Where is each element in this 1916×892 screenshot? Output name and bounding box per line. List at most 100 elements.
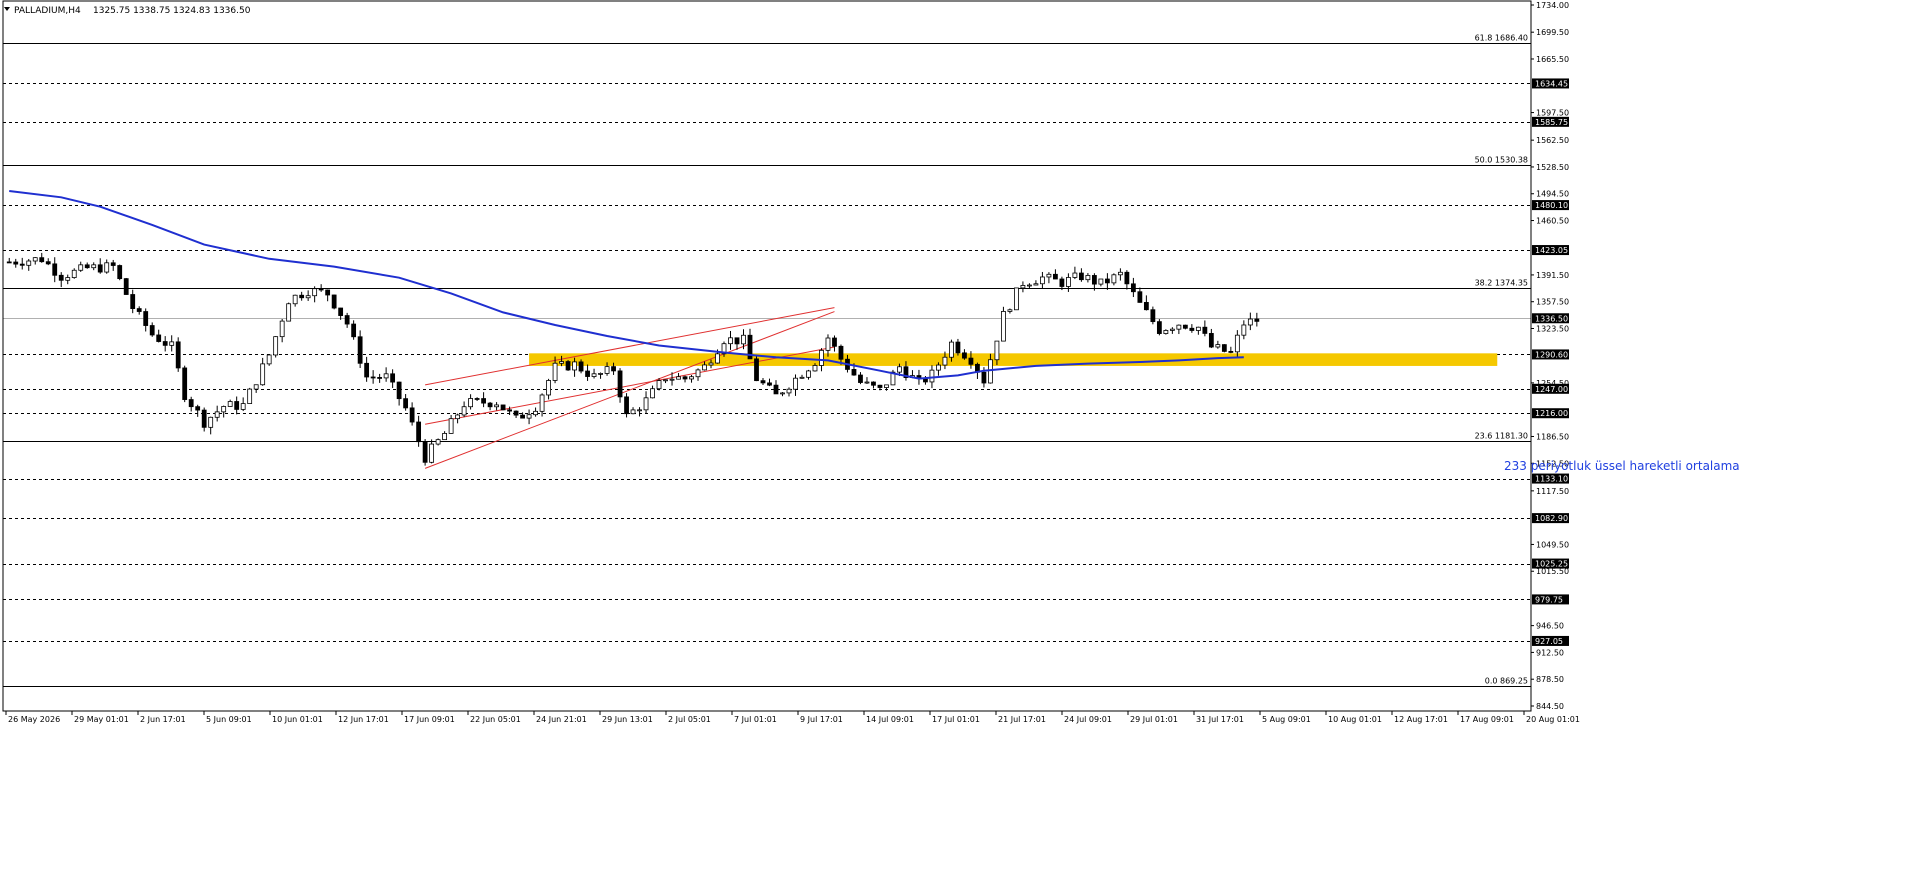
candle[interactable]: [1020, 281, 1026, 293]
candle[interactable]: [598, 372, 603, 379]
price-chart[interactable]: 1734.00 1699.50 1665.50 1597.50 1562.50 1528.…: [0, 0, 1916, 888]
candle[interactable]: [461, 401, 467, 418]
candle[interactable]: [377, 373, 383, 383]
candle[interactable]: [299, 291, 305, 301]
channel-line-2[interactable]: [425, 307, 835, 386]
candle[interactable]: [864, 377, 870, 384]
candle[interactable]: [136, 306, 142, 315]
candle[interactable]: [331, 294, 337, 310]
candle[interactable]: [247, 387, 253, 404]
candle[interactable]: [793, 374, 798, 396]
candle[interactable]: [1176, 324, 1182, 335]
candle[interactable]: [156, 329, 162, 343]
candle[interactable]: [442, 431, 448, 441]
candle[interactable]: [351, 320, 357, 340]
candle[interactable]: [357, 330, 363, 368]
candle[interactable]: [1111, 273, 1117, 286]
candle[interactable]: [286, 302, 292, 322]
candle[interactable]: [1189, 324, 1195, 333]
candle[interactable]: [208, 416, 214, 435]
candle[interactable]: [188, 396, 194, 412]
candle[interactable]: [689, 374, 694, 383]
candle[interactable]: [1137, 287, 1143, 303]
candle[interactable]: [468, 394, 473, 410]
candle[interactable]: [416, 415, 422, 447]
candle[interactable]: [175, 337, 181, 372]
candle[interactable]: [962, 349, 967, 360]
candle[interactable]: [169, 335, 175, 352]
candle[interactable]: [435, 438, 441, 446]
candle[interactable]: [91, 262, 97, 271]
candle[interactable]: [825, 334, 831, 357]
candle[interactable]: [474, 397, 480, 401]
candle[interactable]: [221, 405, 227, 418]
candle[interactable]: [1215, 340, 1221, 349]
candle[interactable]: [305, 290, 311, 301]
candle[interactable]: [565, 360, 571, 371]
candle[interactable]: [273, 336, 279, 358]
candle[interactable]: [279, 319, 285, 343]
candle[interactable]: [1072, 266, 1078, 280]
candle[interactable]: [481, 392, 486, 408]
candle[interactable]: [650, 385, 655, 399]
candle[interactable]: [858, 372, 863, 385]
support-zone[interactable]: [529, 353, 1498, 366]
candle[interactable]: [143, 308, 149, 332]
candle[interactable]: [1104, 273, 1110, 290]
candle[interactable]: [1150, 306, 1156, 325]
candle[interactable]: [234, 396, 240, 415]
candle[interactable]: [754, 354, 759, 382]
candle[interactable]: [240, 397, 246, 412]
candle[interactable]: [409, 402, 415, 426]
candle[interactable]: [292, 294, 298, 307]
candle[interactable]: [227, 399, 233, 407]
candle[interactable]: [955, 338, 961, 356]
candle[interactable]: [32, 257, 38, 265]
candle[interactable]: [1195, 326, 1201, 335]
candle[interactable]: [728, 330, 733, 350]
candle[interactable]: [39, 252, 45, 263]
candle[interactable]: [130, 289, 136, 314]
candle[interactable]: [1208, 328, 1214, 349]
candle[interactable]: [214, 405, 220, 422]
candle[interactable]: [84, 262, 90, 269]
candle[interactable]: [1228, 346, 1234, 354]
candle[interactable]: [1046, 272, 1052, 284]
candle[interactable]: [65, 274, 71, 285]
candle[interactable]: [390, 369, 396, 388]
candle[interactable]: [149, 322, 155, 337]
candle[interactable]: [195, 404, 201, 417]
candle[interactable]: [526, 409, 532, 425]
candle[interactable]: [780, 392, 785, 397]
candle[interactable]: [448, 415, 454, 434]
candle[interactable]: [1014, 287, 1019, 311]
candle[interactable]: [13, 258, 19, 268]
candle[interactable]: [630, 407, 636, 415]
candle[interactable]: [1241, 320, 1247, 340]
candle[interactable]: [383, 367, 389, 382]
candle[interactable]: [1001, 306, 1006, 342]
candle[interactable]: [546, 378, 551, 400]
candle[interactable]: [344, 312, 350, 328]
candle[interactable]: [1130, 277, 1136, 298]
candle[interactable]: [760, 378, 766, 386]
candle[interactable]: [260, 357, 266, 386]
candle[interactable]: [26, 258, 32, 271]
candle[interactable]: [1117, 268, 1123, 281]
candle[interactable]: [1182, 324, 1188, 330]
candle[interactable]: [1202, 320, 1208, 337]
candle[interactable]: [1143, 295, 1149, 311]
candle[interactable]: [117, 264, 123, 281]
candle[interactable]: [637, 407, 642, 417]
candle[interactable]: [1078, 268, 1084, 282]
candle[interactable]: [806, 369, 811, 380]
candle[interactable]: [773, 380, 779, 395]
candle[interactable]: [370, 370, 376, 384]
candle[interactable]: [1247, 312, 1253, 331]
candle[interactable]: [767, 378, 772, 387]
candle[interactable]: [396, 381, 402, 406]
candle[interactable]: [494, 402, 499, 411]
candle[interactable]: [1124, 270, 1130, 290]
candle[interactable]: [6, 257, 12, 264]
candle[interactable]: [58, 272, 64, 288]
